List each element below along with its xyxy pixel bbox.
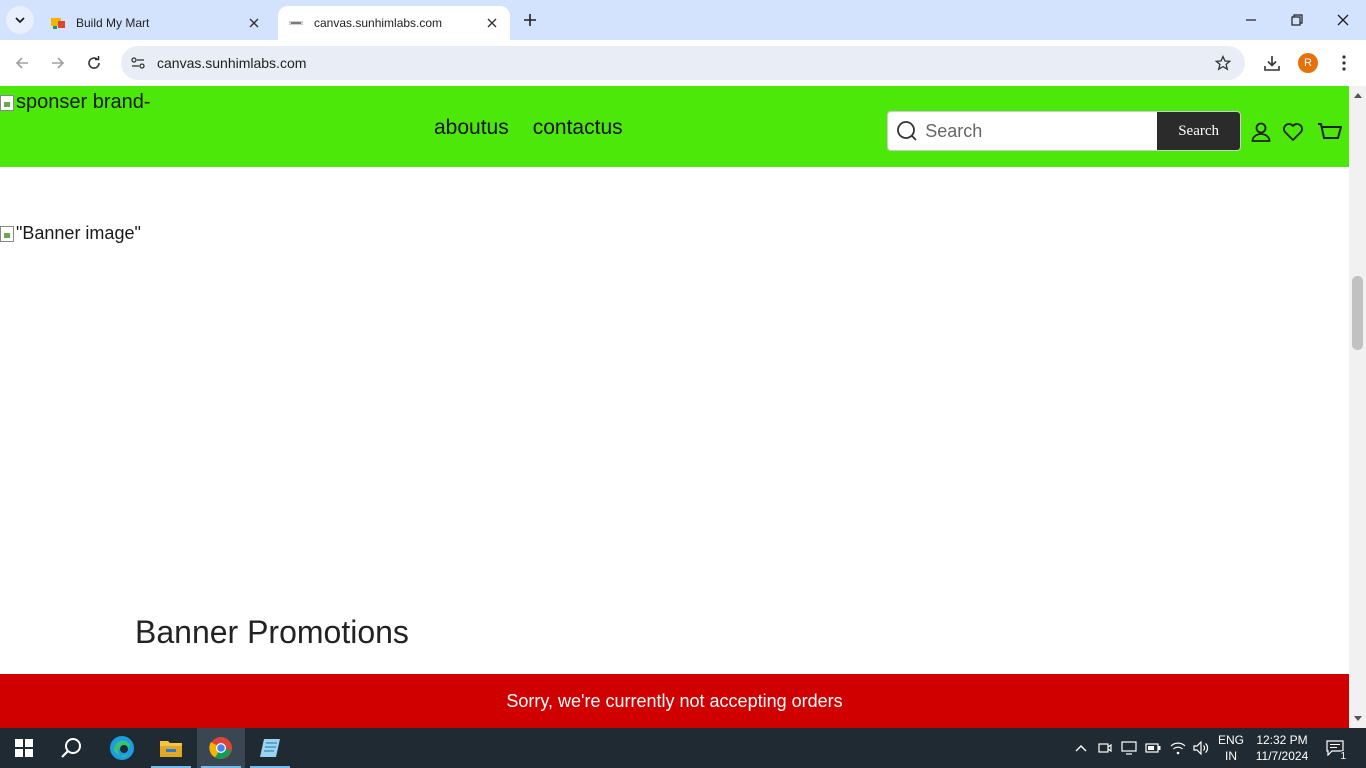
tray-clock[interactable]: 12:32 PM 11/7/2024 — [1250, 728, 1314, 768]
reload-button[interactable] — [80, 49, 108, 77]
arrow-left-icon — [15, 57, 28, 69]
main-nav: aboutus contactus — [434, 116, 623, 140]
browser-tab-strip: Build My Mart canvas.sunhimlabs.com — [0, 0, 1366, 40]
tab-canvas-sunhimlabs[interactable]: canvas.sunhimlabs.com — [278, 6, 510, 40]
browser-toolbar: canvas.sunhimlabs.com R — [0, 40, 1366, 86]
close-window-button[interactable] — [1320, 0, 1366, 40]
broken-image-icon — [0, 94, 14, 111]
folder-icon — [160, 741, 182, 757]
nav-link-contactus[interactable]: contactus — [533, 116, 623, 140]
chrome-browser-icon — [209, 737, 232, 759]
minimize-icon — [1246, 19, 1256, 21]
cart-button[interactable] — [1317, 119, 1343, 145]
wishlist-button[interactable] — [1280, 119, 1306, 145]
heart-icon — [1283, 123, 1303, 141]
taskbar-search-button[interactable] — [48, 728, 96, 768]
site-favicon-icon — [288, 15, 304, 31]
order-notice-banner: Sorry, we're currently not accepting ord… — [0, 674, 1349, 728]
taskbar-app[interactable] — [246, 728, 294, 768]
tab-title: canvas.sunhimlabs.com — [314, 16, 443, 30]
search-icon — [888, 112, 925, 150]
user-icon — [1251, 122, 1271, 142]
minimize-button[interactable] — [1228, 0, 1274, 40]
monitor-icon — [1121, 741, 1137, 755]
tab-title: Build My Mart — [76, 16, 150, 30]
address-bar[interactable]: canvas.sunhimlabs.com — [121, 46, 1245, 80]
scroll-up-arrow-icon[interactable] — [1349, 88, 1366, 102]
plus-icon — [524, 14, 536, 26]
close-icon[interactable] — [484, 15, 500, 31]
tray-volume[interactable] — [1191, 728, 1211, 768]
banner-alt-text: "Banner image" — [16, 223, 141, 243]
tab-build-my-mart[interactable]: Build My Mart — [40, 6, 272, 40]
search-button[interactable]: Search — [1157, 112, 1240, 150]
tray-meet[interactable] — [1096, 728, 1114, 768]
close-icon — [1337, 14, 1349, 26]
banner-image: "Banner image" — [0, 223, 141, 244]
profile-avatar[interactable]: R — [1298, 53, 1318, 73]
site-header: sponser brand- aboutus contactus Search — [0, 86, 1349, 167]
tray-wifi[interactable] — [1168, 728, 1188, 768]
region-code: IN — [1224, 749, 1237, 763]
new-tab-button[interactable] — [518, 8, 542, 32]
scroll-down-arrow-icon[interactable] — [1349, 712, 1366, 726]
tray-language[interactable]: ENG IN — [1214, 728, 1248, 768]
tab-search-button[interactable] — [6, 6, 34, 34]
notepad-app-icon — [260, 739, 280, 757]
language-code: ENG — [1217, 733, 1244, 747]
url-text[interactable]: canvas.sunhimlabs.com — [157, 55, 1209, 71]
cart-icon — [1318, 123, 1342, 139]
taskbar-edge[interactable] — [98, 728, 146, 768]
close-icon[interactable] — [246, 15, 262, 31]
camera-icon — [1098, 743, 1112, 753]
show-hidden-icons[interactable] — [1072, 728, 1090, 768]
page-viewport: sponser brand- aboutus contactus Search … — [0, 86, 1366, 728]
notification-count: 1 — [1338, 751, 1348, 762]
taskbar-file-explorer[interactable] — [147, 728, 195, 768]
action-center-button[interactable]: 1 — [1318, 728, 1352, 768]
restore-button[interactable] — [1274, 0, 1320, 40]
search-input[interactable] — [925, 120, 1158, 142]
windows-logo-icon — [15, 739, 33, 757]
back-button[interactable] — [8, 49, 36, 77]
cart-favicon-icon — [50, 15, 66, 31]
wifi-icon — [1170, 742, 1186, 755]
speaker-icon — [1193, 741, 1209, 755]
tray-display[interactable] — [1119, 728, 1139, 768]
scroll-thumb[interactable] — [1352, 276, 1363, 350]
broken-image-icon — [0, 225, 14, 242]
page-scrollbar[interactable] — [1349, 86, 1366, 728]
tray-battery[interactable] — [1144, 728, 1162, 768]
taskbar-chrome[interactable] — [197, 728, 245, 768]
edge-browser-icon — [110, 736, 134, 760]
account-button[interactable] — [1248, 119, 1274, 145]
battery-icon — [1145, 743, 1161, 753]
downloads-button[interactable] — [1258, 49, 1286, 77]
forward-button[interactable] — [44, 49, 72, 77]
sponsor-brand-image[interactable]: sponser brand- — [0, 91, 151, 114]
section-title-banner-promotions: Banner Promotions — [135, 614, 409, 650]
browser-menu-button[interactable] — [1330, 49, 1358, 77]
chevron-down-icon — [15, 17, 25, 24]
brand-alt-text: sponser brand- — [16, 91, 151, 113]
download-icon — [1264, 56, 1280, 71]
search-bar: Search — [887, 111, 1241, 151]
windows-taskbar: ENG IN 12:32 PM 11/7/2024 1 — [0, 728, 1366, 768]
bookmark-star-icon[interactable] — [1209, 49, 1237, 77]
start-button[interactable] — [0, 728, 48, 768]
site-settings-icon[interactable] — [123, 48, 153, 78]
clock-time: 12:32 PM — [1256, 733, 1308, 747]
chevron-up-icon — [1075, 745, 1087, 752]
nav-link-aboutus[interactable]: aboutus — [434, 116, 509, 140]
reload-icon — [88, 56, 100, 69]
arrow-right-icon — [52, 57, 65, 69]
clock-date: 11/7/2024 — [1255, 749, 1309, 763]
more-vert-icon — [1342, 55, 1346, 71]
search-icon — [61, 738, 81, 758]
restore-icon — [1291, 14, 1303, 26]
